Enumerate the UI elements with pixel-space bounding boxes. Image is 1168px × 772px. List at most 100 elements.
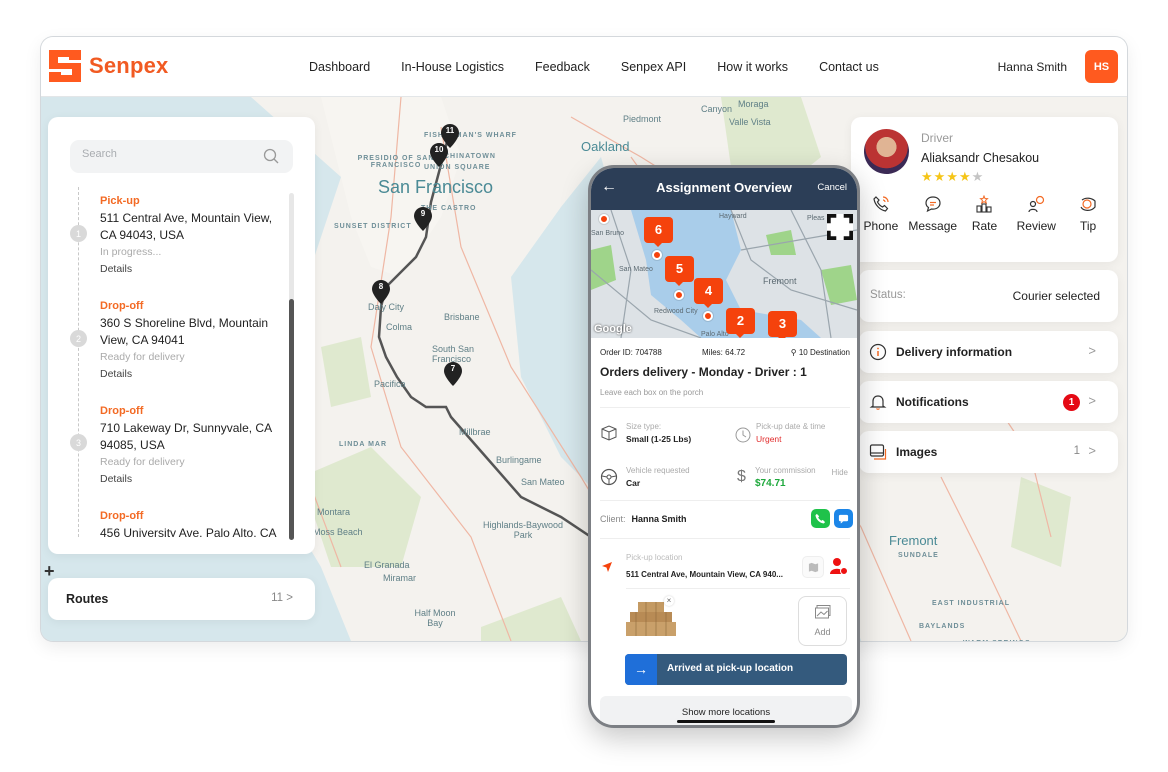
open-map-button[interactable] <box>802 556 824 578</box>
driver-name: Aliaksandr Chesakou <box>921 151 1040 165</box>
map-marker-2[interactable]: 2 <box>726 308 755 338</box>
hide-commission-button[interactable]: Hide <box>832 468 848 477</box>
chat-client-button[interactable] <box>834 509 853 528</box>
route-pin-8[interactable]: 8 <box>372 280 390 304</box>
star-icon: ★ <box>958 169 972 184</box>
cancel-button[interactable]: Cancel <box>817 182 847 193</box>
status-value: Courier selected <box>1012 289 1100 303</box>
add-photo-button[interactable]: Add <box>798 596 847 646</box>
stop-details-link[interactable]: Details <box>100 368 290 380</box>
map-label-sundale: SUNDALE <box>898 552 939 559</box>
status-label: Status: <box>870 289 906 301</box>
map-label-burlingame: Burlingame <box>496 455 542 465</box>
map-icon <box>808 562 818 572</box>
nav-contact-us[interactable]: Contact us <box>819 60 879 74</box>
contact-person-button[interactable] <box>829 556 849 576</box>
remove-photo-button[interactable]: × <box>664 596 674 606</box>
stop-address: 456 University Ave, Palo Alto, CA <box>100 526 277 537</box>
stop-item[interactable]: Drop-off 710 Lakeway Dr, Sunnyvale, CA 9… <box>100 405 290 485</box>
tip-action[interactable]: Tip <box>1062 195 1114 233</box>
map-label-el-granada: El Granada <box>364 560 410 570</box>
user-name[interactable]: Hanna Smith <box>998 60 1067 74</box>
call-client-button[interactable] <box>811 509 830 528</box>
chevron-right-icon: > <box>1088 393 1096 408</box>
brand-logo[interactable]: Senpex <box>49 50 168 82</box>
route-pin-7[interactable]: 7 <box>444 362 462 386</box>
map-label-miramar: Miramar <box>383 573 416 583</box>
routes-button[interactable]: Routes 11 > <box>48 578 315 620</box>
show-more-locations-button[interactable]: Show more locations <box>600 696 852 725</box>
nav-senpex-api[interactable]: Senpex API <box>621 60 686 74</box>
route-pin-10[interactable]: 10 <box>430 143 448 167</box>
stop-item[interactable]: Drop-off 456 University Ave, Palo Alto, … <box>100 510 290 537</box>
stop-type: Pick-up <box>100 195 140 207</box>
map-marker-3[interactable]: 3 <box>768 311 797 338</box>
nav-dashboard[interactable]: Dashboard <box>309 60 370 74</box>
map-marker-4[interactable]: 4 <box>694 278 723 308</box>
divider <box>600 500 850 501</box>
tip-icon <box>1080 197 1096 211</box>
map-marker-dot[interactable] <box>652 250 662 260</box>
stop-item[interactable]: Pick-up 511 Central Ave, Mountain View, … <box>100 195 290 275</box>
map-label-half-moon-bay: Half Moon Bay <box>414 608 456 628</box>
phone-action-label: Phone <box>863 219 899 233</box>
stop-item[interactable]: Drop-off 360 S Shoreline Blvd, Mountain … <box>100 300 290 380</box>
vehicle-value: Car <box>626 478 641 488</box>
delivery-information-item[interactable]: Delivery information > <box>859 331 1118 373</box>
map-label-canyon: Canyon <box>701 104 733 114</box>
chat-icon <box>838 514 849 524</box>
add-photo-label: Add <box>814 627 831 637</box>
map-marker-dot[interactable] <box>599 214 609 224</box>
map-marker-6[interactable]: 6 <box>644 217 673 247</box>
map-label-san-mateo: San Mateo <box>521 477 565 487</box>
review-action[interactable]: Review <box>1010 195 1062 233</box>
stop-address: 511 Central Ave, Mountain View, CA 94043… <box>100 211 273 242</box>
stop-number: 1 <box>70 225 87 242</box>
nav-how-it-works[interactable]: How it works <box>717 60 788 74</box>
arrow-right-icon[interactable]: → <box>625 654 657 685</box>
map-label-linda-mar: LINDA MAR <box>339 441 388 448</box>
steering-wheel-icon <box>600 468 618 486</box>
review-action-label: Review <box>1016 219 1056 233</box>
rate-action-label: Rate <box>971 219 998 233</box>
phone-map-label-san-mateo: San Mateo <box>619 266 653 273</box>
images-label: Images <box>896 445 938 459</box>
arrived-at-pickup-slider[interactable]: → Arrived at pick-up location <box>625 654 847 685</box>
rate-action[interactable]: Rate <box>959 195 1011 233</box>
pickup-time-value: Urgent <box>756 434 782 444</box>
senpex-logo-icon <box>49 50 81 82</box>
map-label-chinatown: CHINATOWN <box>444 153 496 160</box>
phone-map[interactable]: Hayward San Bruno San Mateo Fremont Redw… <box>591 210 857 338</box>
map-label-millbrae: Millbrae <box>459 427 491 437</box>
map-label-warm-springs: WARM SPRINGS <box>963 640 1031 641</box>
stop-address: 710 Lakeway Dr, Sunnyvale, CA 94085, USA <box>100 421 272 452</box>
map-marker-5[interactable]: 5 <box>665 256 694 286</box>
notifications-item[interactable]: Notifications 1 > <box>859 381 1118 423</box>
divider <box>626 588 850 589</box>
user-avatar[interactable]: HS <box>1085 50 1118 83</box>
phone-action[interactable]: Phone <box>855 195 907 233</box>
images-item[interactable]: Images 1 > <box>859 431 1118 473</box>
nav-feedback[interactable]: Feedback <box>535 60 590 74</box>
order-title: Orders delivery - Monday - Driver : 1 <box>600 365 807 379</box>
search-field[interactable] <box>70 140 293 173</box>
nav-in-house-logistics[interactable]: In-House Logistics <box>401 60 504 74</box>
phone-icon <box>815 513 826 524</box>
fullscreen-button[interactable] <box>827 214 853 240</box>
scrollbar-thumb[interactable] <box>289 299 294 540</box>
search-input[interactable] <box>82 148 252 160</box>
search-icon[interactable] <box>263 148 279 164</box>
map-marker-dot[interactable] <box>703 311 713 321</box>
map-marker-dot[interactable] <box>674 290 684 300</box>
stops-list: 1 Pick-up 511 Central Ave, Mountain View… <box>48 187 298 537</box>
review-icon <box>1028 195 1045 213</box>
stop-details-link[interactable]: Details <box>100 263 290 275</box>
route-pin-9[interactable]: 9 <box>414 207 432 231</box>
destinations-count: 10 Destination <box>798 348 850 357</box>
map-label-valle-vista: Valle Vista <box>729 117 771 127</box>
stop-details-link[interactable]: Details <box>100 473 290 485</box>
message-action[interactable]: Message <box>907 195 959 233</box>
commission-label: Your commission <box>755 466 816 475</box>
driver-actions: Phone Message Rate Review Tip <box>851 195 1118 233</box>
stop-type: Drop-off <box>100 405 144 417</box>
